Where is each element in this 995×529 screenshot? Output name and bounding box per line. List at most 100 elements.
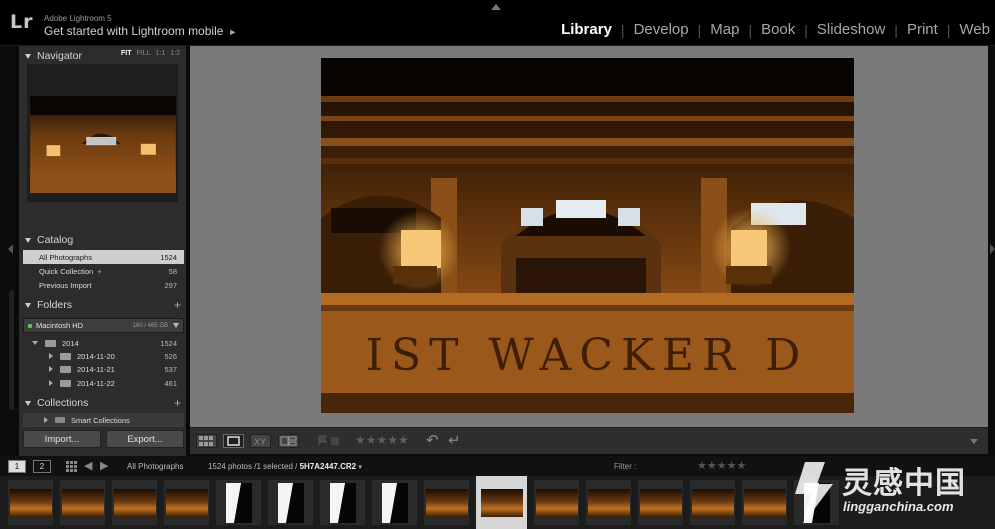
- rotate-left-icon[interactable]: ↶: [426, 431, 439, 449]
- smart-collections-row[interactable]: Smart Collections: [23, 413, 184, 427]
- add-collection-plus-icon[interactable]: +: [174, 396, 181, 410]
- filmstrip-cell[interactable]: [268, 480, 313, 525]
- filmstrip-source-info[interactable]: All Photographs 1524 photos /1 selected …: [127, 462, 362, 471]
- forward-arrow-icon[interactable]: ▶: [100, 459, 108, 472]
- filmstrip-thumbnail: [425, 488, 468, 517]
- survey-view-icon[interactable]: [278, 434, 299, 448]
- folder-2014-11-20[interactable]: 2014-11-20 526: [23, 349, 184, 363]
- loupe-view-icon[interactable]: [223, 434, 244, 448]
- module-web[interactable]: Web: [959, 21, 990, 38]
- loupe-view[interactable]: IST WACKER D: [190, 46, 988, 427]
- toolbar-content-dropdown-icon[interactable]: [970, 439, 978, 444]
- filmstrip-thumbnail: [480, 488, 523, 517]
- mobile-promo-link[interactable]: Get started with Lightroom mobile ►: [44, 24, 237, 38]
- navigator-preview[interactable]: [27, 64, 178, 202]
- filmstrip-thumbnail: [165, 488, 208, 517]
- collapse-top-panel-icon[interactable]: [491, 4, 501, 10]
- module-develop[interactable]: Develop: [634, 21, 689, 38]
- module-separator: |: [804, 21, 808, 38]
- filmstrip-cell[interactable]: [476, 476, 527, 529]
- folder-2014[interactable]: 2014 1524: [23, 336, 184, 350]
- secondary-screen-button[interactable]: 2: [33, 460, 51, 473]
- source-name: All Photographs: [127, 462, 184, 471]
- module-library[interactable]: Library: [561, 21, 612, 38]
- filmstrip-thumbnail: [113, 488, 156, 517]
- filmstrip-cell[interactable]: [690, 480, 735, 525]
- watermark-url: lingganchina.com: [843, 499, 954, 514]
- zoom-1-2[interactable]: 1:2: [170, 50, 180, 57]
- zoom-1-1[interactable]: 1:1: [156, 50, 166, 57]
- collapse-right-panel-icon[interactable]: [990, 244, 995, 254]
- filmstrip-cell[interactable]: [742, 480, 787, 525]
- engraved-text: IST WACKER D: [366, 330, 809, 381]
- svg-text:XY: XY: [254, 437, 266, 447]
- folder-2014-11-22[interactable]: 2014-11-22 461: [23, 376, 184, 390]
- module-picker: Library | Develop | Map | Book | Slidesh…: [561, 21, 990, 38]
- library-toolbar: XY ★★★★★ ↶ ↵: [190, 427, 988, 454]
- catalog-item-count: 1524: [160, 252, 177, 262]
- add-folder-plus-icon[interactable]: +: [174, 298, 181, 312]
- zoom-fill[interactable]: FILL: [137, 50, 151, 57]
- main-screen-button[interactable]: 1: [8, 460, 26, 473]
- filmstrip-cell[interactable]: [372, 480, 417, 525]
- catalog-header[interactable]: Catalog: [19, 231, 186, 249]
- filmstrip-cell[interactable]: [424, 480, 469, 525]
- folder-count: 537: [164, 364, 177, 374]
- source-menu-icon[interactable]: ▾: [358, 464, 362, 471]
- back-arrow-icon[interactable]: ◀: [84, 459, 92, 472]
- folder-expand-triangle-icon[interactable]: [49, 353, 53, 359]
- filmstrip-cell[interactable]: [534, 480, 579, 525]
- filmstrip-thumbnail: [61, 488, 104, 517]
- filmstrip-cell[interactable]: [638, 480, 683, 525]
- filmstrip-cell[interactable]: [586, 480, 631, 525]
- folder-expand-triangle-icon[interactable]: [32, 341, 38, 345]
- volume-menu-icon[interactable]: [173, 323, 179, 328]
- filmstrip-cell[interactable]: [320, 480, 365, 525]
- filmstrip-cell[interactable]: [112, 480, 157, 525]
- grid-view-icon[interactable]: [196, 434, 217, 448]
- folder-expand-triangle-icon[interactable]: [49, 366, 53, 372]
- folder-label: 2014-11-22: [77, 378, 115, 388]
- flag-icons[interactable]: [317, 435, 341, 447]
- left-panel-scrollbar[interactable]: [9, 290, 14, 410]
- filmstrip-thumbnail: [277, 482, 304, 523]
- filmstrip-cell[interactable]: [164, 480, 209, 525]
- selected-file-name: 5H7A2447.CR2: [299, 462, 357, 471]
- watermark-chinese-text: 灵感中国: [842, 466, 966, 501]
- zoom-fit[interactable]: FIT: [121, 50, 132, 57]
- catalog-item-label: Quick Collection: [39, 266, 94, 276]
- filmstrip-cell[interactable]: [60, 480, 105, 525]
- folder-icon: [60, 352, 71, 360]
- export-button[interactable]: Export...: [106, 430, 184, 448]
- rating-stars[interactable]: ★★★★★: [355, 433, 409, 447]
- rotate-right-icon[interactable]: ↵: [448, 431, 461, 449]
- module-book[interactable]: Book: [761, 21, 795, 38]
- main-photo[interactable]: IST WACKER D: [321, 58, 854, 413]
- grid-icon[interactable]: [66, 461, 78, 472]
- navigator-title: Navigator: [37, 50, 82, 62]
- folder-2014-11-21[interactable]: 2014-11-21 537: [23, 362, 184, 376]
- filmstrip-thumbnail: [9, 488, 52, 517]
- catalog-all-photographs[interactable]: All Photographs 1524: [23, 250, 184, 264]
- filmstrip-cell[interactable]: [216, 480, 261, 525]
- module-separator: |: [946, 21, 951, 38]
- compare-view-icon[interactable]: XY: [250, 434, 271, 448]
- filter-rating-stars[interactable]: ★★★★★: [697, 459, 746, 472]
- folder-expand-triangle-icon[interactable]: [49, 380, 53, 386]
- volume-bar[interactable]: Macintosh HD 160 / 465 GB: [23, 318, 184, 333]
- filmstrip-cell[interactable]: [8, 480, 53, 525]
- import-button[interactable]: Import...: [23, 430, 101, 448]
- filmstrip-thumbnail: [743, 488, 786, 517]
- module-print[interactable]: Print: [907, 21, 938, 38]
- module-slideshow[interactable]: Slideshow: [817, 21, 885, 38]
- collection-expand-triangle-icon[interactable]: [44, 417, 48, 423]
- module-separator: |: [894, 21, 898, 38]
- collections-header[interactable]: Collections +: [19, 394, 186, 412]
- catalog-quick-collection[interactable]: Quick Collection + 58: [23, 264, 184, 278]
- module-map[interactable]: Map: [710, 21, 739, 38]
- folders-header[interactable]: Folders +: [19, 296, 186, 314]
- catalog-previous-import[interactable]: Previous Import 297: [23, 278, 184, 292]
- collapse-left-panel-icon[interactable]: [8, 244, 13, 254]
- lightroom-logo: Lr: [10, 11, 34, 33]
- collection-label: Smart Collections: [71, 415, 130, 425]
